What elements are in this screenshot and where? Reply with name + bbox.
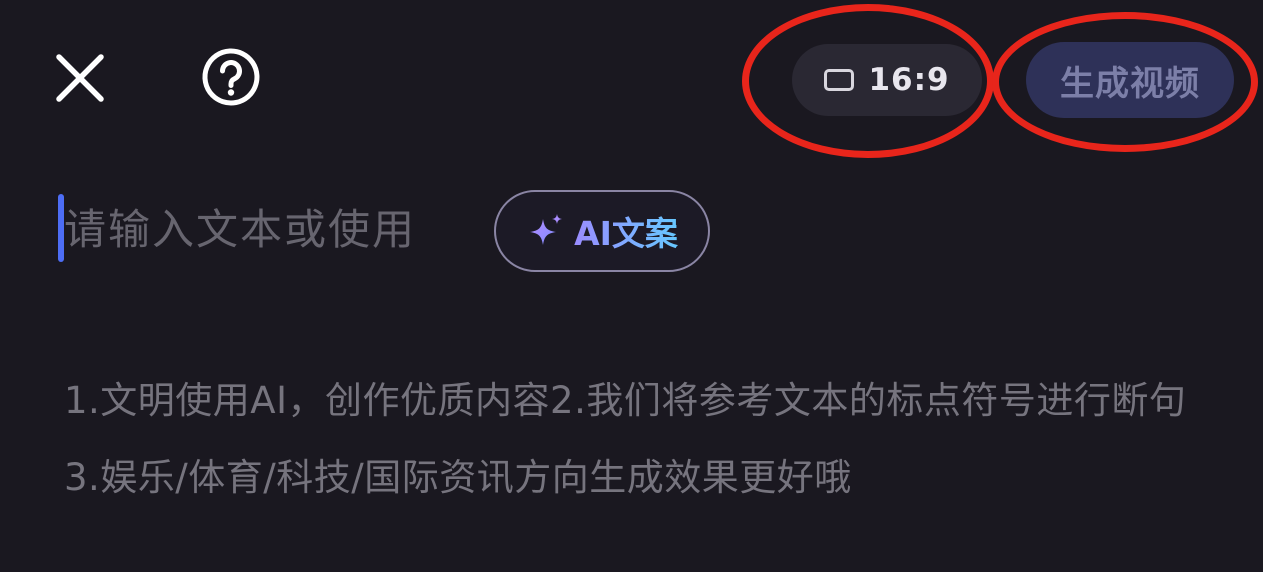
ai-copywriting-label: AI文案 bbox=[574, 207, 678, 255]
text-input-placeholder[interactable]: 请输入文本或使用 bbox=[64, 202, 416, 258]
close-icon bbox=[56, 54, 104, 102]
aspect-ratio-button[interactable]: 16:9 bbox=[792, 44, 982, 116]
generate-video-button[interactable]: 生成视频 bbox=[1026, 42, 1234, 118]
rectangle-frame-icon bbox=[824, 69, 855, 91]
help-circle-icon bbox=[202, 48, 260, 106]
sparkle-icon bbox=[530, 214, 563, 245]
ai-copywriting-button[interactable]: AI文案 bbox=[494, 190, 710, 272]
usage-hint-text: 1.文明使用AI，创作优质内容2.我们将参考文本的标点符号进行断句3.娱乐/体育… bbox=[64, 379, 1187, 499]
aspect-ratio-label: 16:9 bbox=[868, 62, 950, 98]
close-button[interactable] bbox=[50, 48, 110, 108]
help-button[interactable] bbox=[198, 44, 264, 110]
